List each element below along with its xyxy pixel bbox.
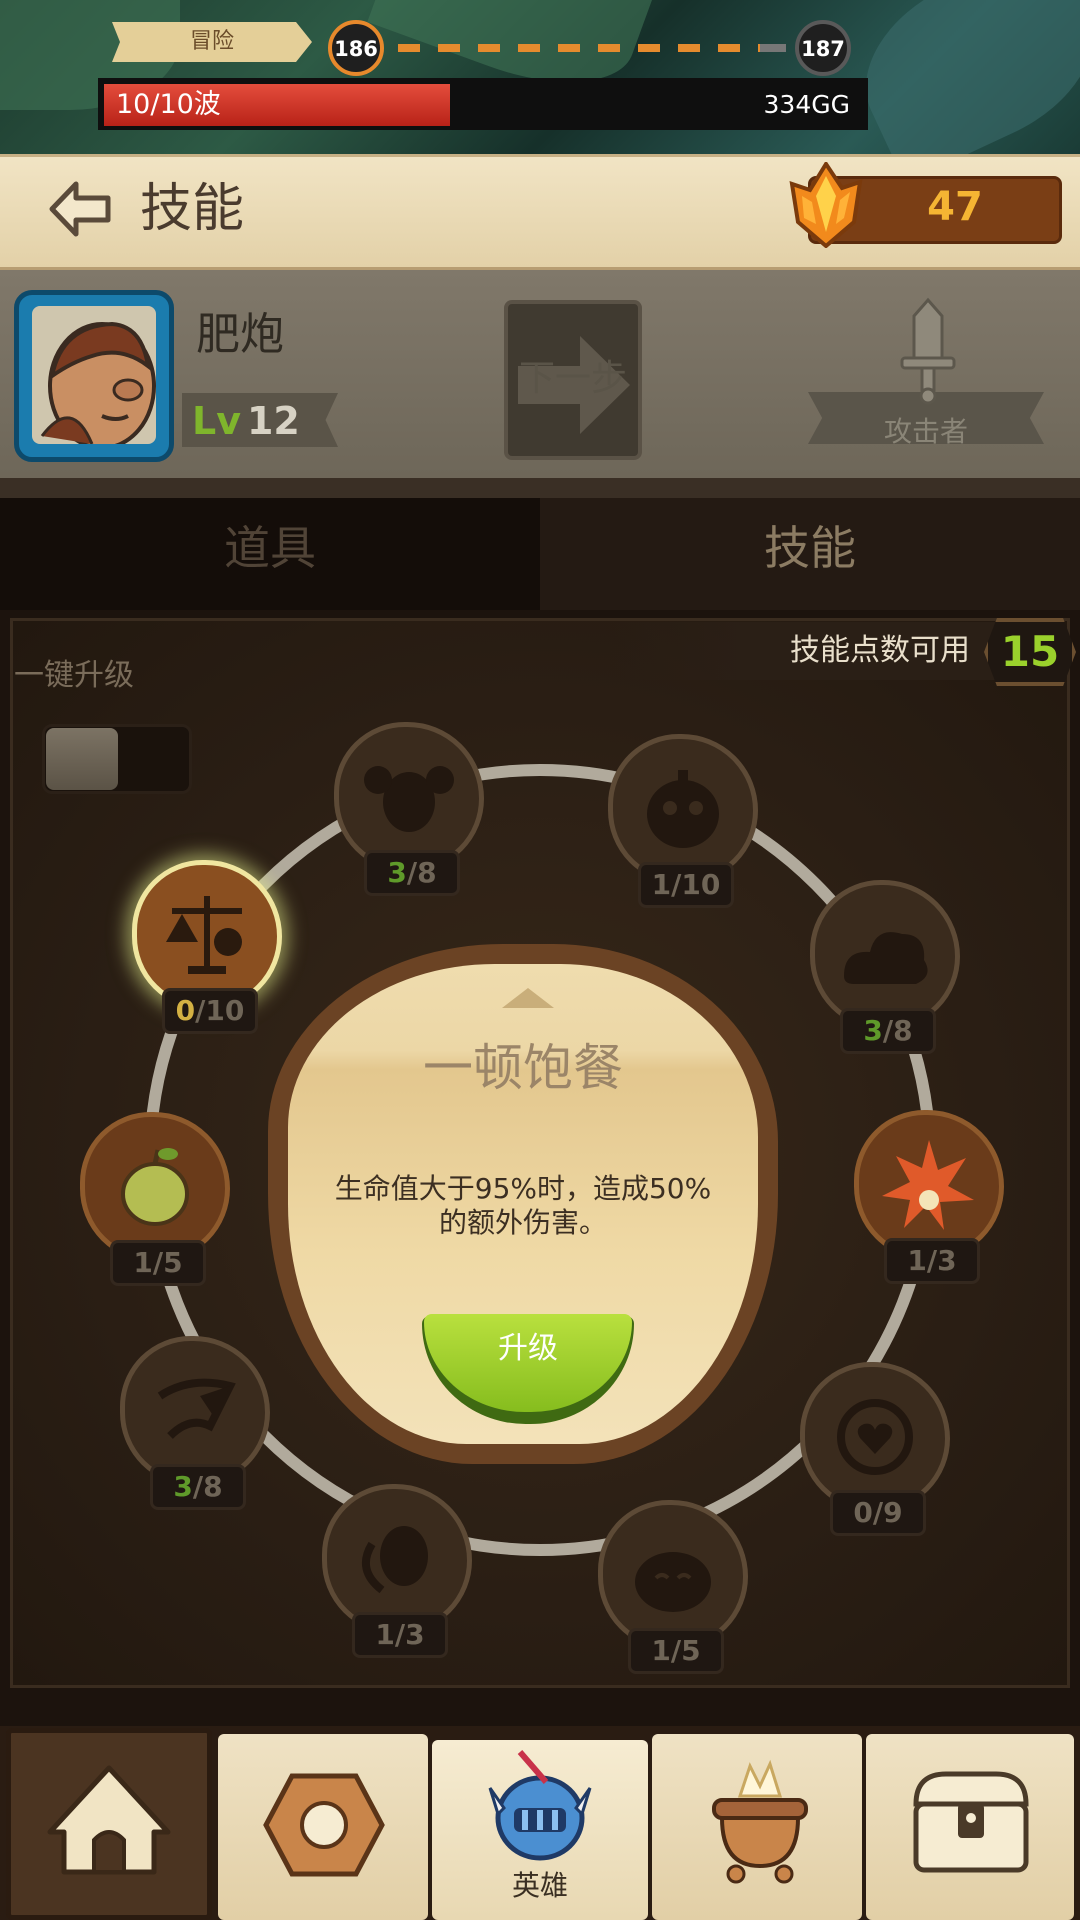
happy-face-icon bbox=[635, 1552, 711, 1612]
skill-level-badge: 1/5 bbox=[628, 1628, 724, 1674]
toggle-knob[interactable] bbox=[46, 728, 118, 790]
skill-points-count: 15 bbox=[1000, 627, 1060, 676]
heart-target-icon bbox=[837, 1399, 913, 1475]
cauldron-icon bbox=[712, 1759, 808, 1884]
skill-node-selected[interactable]: 0/10 bbox=[122, 860, 292, 1034]
home-tent-icon bbox=[47, 1765, 171, 1875]
nav-hero-label: 英雄 bbox=[511, 1869, 568, 1902]
hero-face-icon bbox=[40, 321, 156, 444]
tab-skills-label: 技能 bbox=[764, 521, 856, 575]
skill-level-badge: 3/8 bbox=[150, 1464, 246, 1510]
back-arrow-icon[interactable] bbox=[48, 180, 112, 238]
skill-node[interactable]: 0/9 bbox=[790, 1362, 960, 1536]
dust-cloud-icon bbox=[844, 932, 928, 984]
skill-level-badge: 1/5 bbox=[110, 1240, 206, 1286]
crystal-icon bbox=[789, 162, 863, 248]
sword-icon bbox=[900, 297, 956, 405]
adventure-mode-tag: 冒险 bbox=[112, 22, 312, 62]
skill-description-line: 的额外伤害。 bbox=[438, 1206, 607, 1239]
level-progress-remaining bbox=[760, 44, 786, 52]
wave-count: 10/10波 bbox=[116, 89, 221, 120]
skill-level-badge: 0/10 bbox=[162, 988, 258, 1034]
current-level-badge: 186 bbox=[328, 20, 384, 76]
treasure-chest-icon bbox=[913, 1771, 1029, 1873]
next-step-label: 下一步 bbox=[518, 358, 627, 399]
skill-title: 一顿饱餐 bbox=[423, 1039, 623, 1097]
skill-node[interactable]: 1/5 bbox=[70, 1112, 240, 1286]
skill-points-label: 技能点数可用 bbox=[790, 633, 970, 668]
level-label: Lv bbox=[192, 399, 241, 443]
gold-amount: 334GG bbox=[763, 90, 850, 119]
knight-helmet-icon bbox=[488, 1750, 592, 1861]
hero-name: 肥炮 bbox=[196, 309, 284, 360]
cannon-tail-icon bbox=[157, 1378, 236, 1439]
auto-upgrade-label: 一键升级 bbox=[14, 658, 134, 693]
skill-node[interactable]: 1/3 bbox=[312, 1484, 482, 1658]
skill-node[interactable]: 3/8 bbox=[110, 1336, 280, 1510]
skill-level-badge: 3/8 bbox=[840, 1008, 936, 1054]
hero-portrait bbox=[32, 306, 156, 444]
hero-panel-edge bbox=[0, 478, 1080, 498]
pumpkin-skull-icon bbox=[647, 770, 719, 848]
skill-description: 生命值大于95%时，造成50% 的额外伤害。 bbox=[318, 1172, 728, 1240]
skill-level-badge: 3/8 bbox=[364, 850, 460, 896]
skill-node[interactable]: 1/3 bbox=[844, 1110, 1014, 1284]
chevron-up-icon bbox=[502, 988, 554, 1008]
skill-level-badge: 1/3 bbox=[352, 1612, 448, 1658]
explosion-icon bbox=[882, 1140, 974, 1230]
seed-spin-icon bbox=[361, 1526, 428, 1594]
balance-scale-icon bbox=[166, 896, 242, 974]
skill-description-line: 生命值大于95%时，造成50% bbox=[334, 1172, 712, 1205]
tab-items-label: 道具 bbox=[224, 521, 316, 575]
skill-node[interactable]: 3/8 bbox=[324, 722, 494, 896]
level-progress-dashes bbox=[398, 44, 778, 52]
crystal-count: 47 bbox=[927, 184, 983, 230]
skill-node[interactable]: 3/8 bbox=[800, 880, 970, 1054]
skill-node[interactable]: 1/5 bbox=[588, 1500, 758, 1674]
page-title: 技能 bbox=[140, 179, 245, 239]
skill-level-badge: 1/10 bbox=[638, 862, 734, 908]
hero-role: 攻击者 bbox=[883, 415, 968, 448]
next-level-badge: 187 bbox=[795, 20, 851, 76]
apple-icon bbox=[121, 1148, 189, 1226]
hero-level: Lv 12 bbox=[192, 398, 300, 444]
wood-portal-icon bbox=[263, 1773, 385, 1877]
level-number: 12 bbox=[246, 399, 300, 443]
strongman-icon bbox=[364, 766, 454, 832]
skill-level-badge: 1/3 bbox=[884, 1238, 980, 1284]
skill-level-badge: 0/9 bbox=[830, 1490, 926, 1536]
skill-node[interactable]: 1/10 bbox=[598, 734, 768, 908]
